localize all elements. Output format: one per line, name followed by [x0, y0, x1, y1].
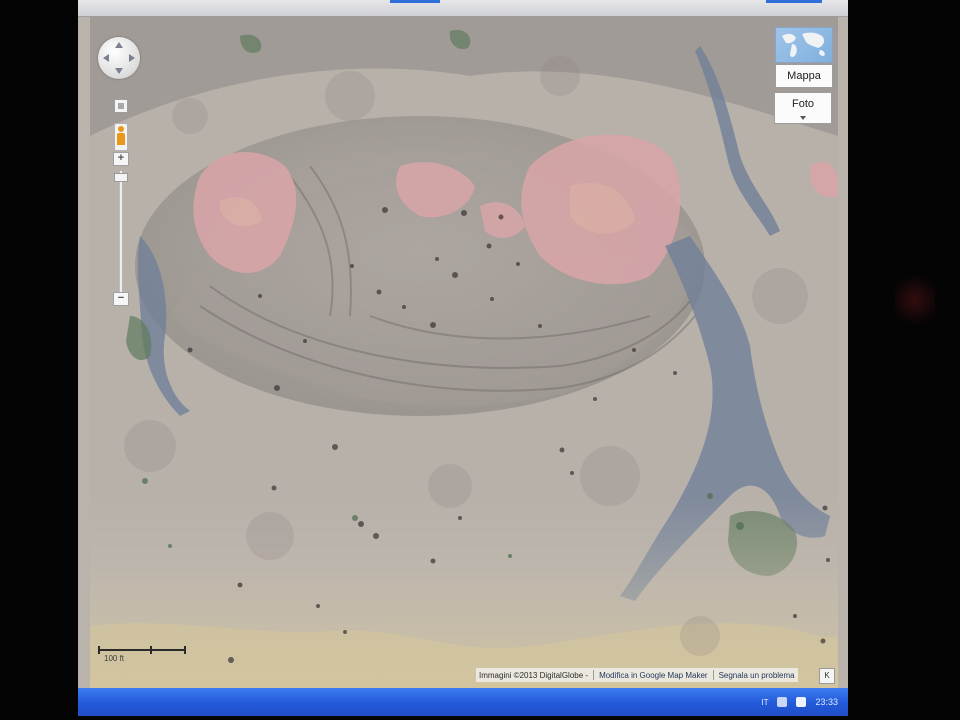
map-type-thumbnail[interactable]	[775, 27, 833, 63]
monitor-screen: + − Mappa Foto 100 ft Immagini ©2013 Dig…	[78, 0, 848, 716]
network-icon[interactable]	[777, 697, 788, 707]
attribution-close-button[interactable]: K	[819, 668, 835, 684]
clock[interactable]: 23:33	[815, 697, 838, 707]
system-tray: IT 23:33	[761, 693, 838, 711]
zoom-slider-handle[interactable]	[114, 173, 128, 182]
browser-strip-button-left[interactable]	[390, 0, 440, 3]
report-problem-link[interactable]: Segnala un problema	[719, 671, 795, 680]
map-type-button[interactable]: Mappa	[775, 64, 833, 88]
satellite-map[interactable]: + − Mappa Foto 100 ft Immagini ©2013 Dig…	[90, 16, 838, 688]
scale-tick-middle	[150, 646, 152, 654]
photo-type-button[interactable]: Foto	[774, 92, 832, 124]
world-map-icon	[782, 32, 825, 57]
map-scale: 100 ft	[98, 646, 188, 664]
language-indicator[interactable]: IT	[761, 698, 768, 707]
scale-tick-right	[184, 646, 186, 654]
attribution-separator	[712, 670, 714, 680]
map-attribution: Immagini ©2013 DigitalGlobe - Modifica i…	[476, 668, 798, 682]
pegman-icon[interactable]	[114, 123, 128, 151]
pan-down-icon[interactable]	[115, 68, 123, 74]
windows-taskbar: IT 23:33	[78, 688, 848, 716]
bezel-glow	[895, 270, 935, 330]
browser-toolbar-strip	[78, 0, 848, 17]
attribution-separator	[593, 670, 595, 680]
pan-up-icon[interactable]	[115, 42, 123, 48]
imagery-credit: Immagini ©2013 DigitalGlobe -	[479, 670, 589, 680]
zoom-slider-track[interactable]	[119, 171, 122, 293]
photo-label: Foto	[791, 98, 814, 110]
scale-label: 100 ft	[104, 654, 125, 663]
reset-view-button[interactable]	[114, 99, 128, 113]
pan-left-icon[interactable]	[103, 54, 109, 62]
scale-bar	[98, 649, 186, 651]
zoom-out-button[interactable]: −	[113, 292, 129, 306]
browser-strip-button-right[interactable]	[766, 0, 822, 3]
pan-right-icon[interactable]	[129, 54, 135, 62]
volume-icon[interactable]	[796, 697, 807, 707]
satellite-terrain	[90, 16, 838, 688]
scale-tick-left	[98, 646, 100, 654]
pan-control[interactable]	[98, 37, 140, 79]
chevron-down-icon	[800, 116, 806, 120]
edit-map-link[interactable]: Modifica in Google Map Maker	[599, 671, 708, 680]
zoom-in-button[interactable]: +	[113, 152, 129, 166]
